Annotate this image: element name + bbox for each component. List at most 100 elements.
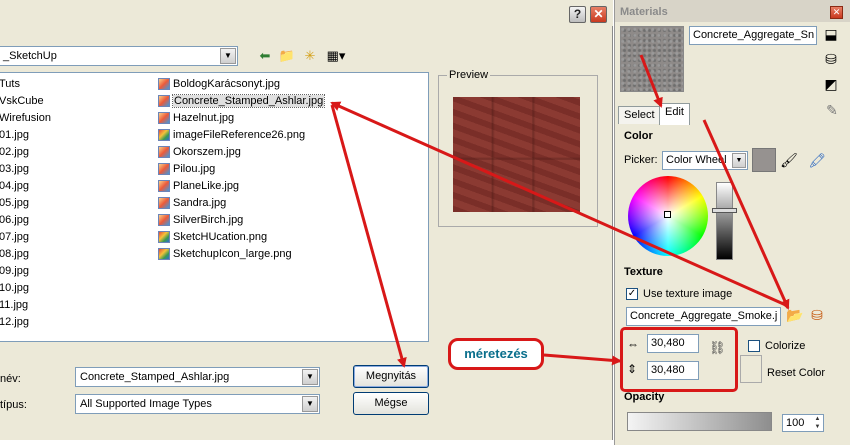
opacity-slider[interactable]	[627, 412, 772, 431]
colorize-label: Colorize	[765, 340, 806, 352]
image-file-icon	[158, 129, 170, 141]
texture-file-field[interactable]: Concrete_Aggregate_Smoke.j	[626, 307, 781, 326]
list-item[interactable]: 03.jpg	[0, 161, 29, 177]
color-wheel-marker[interactable]	[664, 211, 671, 218]
close-button[interactable]: ✕	[590, 6, 607, 23]
list-item[interactable]: 12.jpg	[0, 314, 29, 330]
file-name: Hazelnut.jpg	[173, 112, 235, 124]
image-file-icon	[158, 112, 170, 124]
edit-texture-icon[interactable]: ⛁	[808, 306, 826, 324]
material-name-field[interactable]: Concrete_Aggregate_Sn	[689, 26, 817, 45]
create-material-icon[interactable]: ⛁	[822, 50, 840, 68]
list-item[interactable]: Concrete_Stamped_Ashlar.jpg	[157, 93, 326, 109]
image-file-icon	[158, 180, 170, 192]
display-secondary-pane-icon[interactable]: ⬓	[822, 25, 840, 43]
image-file-icon	[158, 163, 170, 175]
material-swatch	[620, 26, 684, 92]
materials-title: Materials	[615, 0, 850, 22]
cancel-button[interactable]: Mégse	[353, 392, 429, 415]
list-item[interactable]: 10.jpg	[0, 280, 29, 296]
file-name: SketcHUcation.png	[173, 231, 268, 243]
list-item[interactable]: Pilou.jpg	[157, 161, 215, 177]
file-name: SilverBirch.jpg	[173, 214, 244, 226]
chevron-down-icon[interactable]: ▼	[220, 48, 236, 64]
look-in-dropdown[interactable]: _SketchUp ▼	[0, 46, 238, 66]
picker-dropdown[interactable]: Color Wheel ▼	[662, 151, 748, 170]
file-name: Concrete_Stamped_Ashlar.jpg	[171, 94, 326, 108]
dimension-highlight-box	[620, 327, 738, 392]
list-item[interactable]: Wirefusion	[0, 110, 51, 126]
preview-label: Preview	[447, 69, 491, 81]
chevron-down-icon[interactable]: ▼	[302, 396, 318, 412]
list-item[interactable]: 11.jpg	[0, 297, 28, 313]
list-item[interactable]: 04.jpg	[0, 178, 29, 194]
filetype-label: típus:	[0, 399, 27, 411]
reset-color-label[interactable]: Reset Color	[767, 367, 825, 379]
image-file-icon	[158, 214, 170, 226]
file-name: Okorszem.jpg	[173, 146, 241, 158]
image-file-icon	[158, 95, 170, 107]
use-texture-checkbox[interactable]: ✓	[626, 288, 638, 300]
filename-value: Concrete_Stamped_Ashlar.jpg	[80, 371, 230, 383]
up-folder-icon[interactable]: 📁	[278, 47, 296, 65]
color-section-heading: Color	[624, 130, 653, 142]
look-in-value: _SketchUp	[3, 50, 57, 62]
file-name: imageFileReference26.png	[173, 129, 306, 141]
list-item[interactable]: imageFileReference26.png	[157, 127, 305, 143]
browse-texture-folder-icon[interactable]: 📂	[786, 306, 804, 324]
tab-select[interactable]: Select	[618, 106, 661, 124]
list-item[interactable]: SketchupIcon_large.png	[157, 246, 292, 262]
preview-image	[453, 97, 580, 212]
value-slider-handle[interactable]	[712, 208, 737, 213]
chevron-down-icon[interactable]: ▼	[302, 369, 318, 385]
default-material-icon[interactable]: ◩	[822, 75, 840, 93]
list-item[interactable]: 02.jpg	[0, 144, 29, 160]
reset-color-swatch[interactable]	[740, 355, 762, 383]
use-texture-label: Use texture image	[643, 288, 733, 300]
opacity-spinner[interactable]: ▲ ▼	[812, 415, 823, 431]
list-item[interactable]: 07.jpg	[0, 229, 29, 245]
tab-edit[interactable]: Edit	[659, 103, 690, 125]
list-item[interactable]: VskCube	[0, 93, 44, 109]
file-name: Pilou.jpg	[173, 163, 216, 175]
sample-paint-eyedropper-icon[interactable]: ✎	[823, 101, 841, 119]
list-item[interactable]: Sandra.jpg	[157, 195, 226, 211]
dialog-titlebar: ? ✕	[0, 0, 613, 26]
file-list[interactable]: Tuts VskCube Wirefusion 01.jpg 02.jpg 03.jpg 0…	[0, 72, 429, 342]
list-item[interactable]: 01.jpg	[0, 127, 29, 143]
list-item[interactable]: SketcHUcation.png	[157, 229, 267, 245]
image-file-icon	[158, 146, 170, 158]
list-item[interactable]: 06.jpg	[0, 212, 29, 228]
list-item[interactable]: Tuts	[0, 76, 20, 92]
list-item[interactable]: 09.jpg	[0, 263, 29, 279]
file-name: SketchupIcon_large.png	[173, 248, 292, 260]
list-item[interactable]: BoldogKarácsonyt.jpg	[157, 76, 280, 92]
open-button[interactable]: Megnyitás	[353, 365, 429, 388]
close-icon[interactable]: ✕	[830, 6, 843, 19]
back-arrow-icon[interactable]: ⬅	[256, 47, 274, 65]
texture-section-heading: Texture	[624, 266, 663, 278]
help-button[interactable]: ?	[569, 6, 586, 23]
view-menu-icon[interactable]: ▦▾	[324, 47, 348, 65]
new-folder-icon[interactable]: ✳	[301, 47, 319, 65]
resize-callout: méretezés	[448, 338, 544, 370]
list-item[interactable]: SilverBirch.jpg	[157, 212, 243, 228]
list-item[interactable]: 05.jpg	[0, 195, 29, 211]
list-item[interactable]: 08.jpg	[0, 246, 29, 262]
match-color-screen-icon[interactable]: 🖍	[808, 151, 826, 169]
chevron-down-icon[interactable]: ▼	[732, 153, 746, 168]
filename-label: név:	[0, 373, 21, 385]
filename-field[interactable]: Concrete_Stamped_Ashlar.jpg ▼	[75, 367, 320, 387]
match-color-object-icon[interactable]: 🖌	[780, 151, 798, 169]
opacity-section-heading: Opacity	[624, 391, 665, 403]
file-open-dialog: ? ✕ _SketchUp ▼ ⬅ 📁 ✳ ▦▾ Tuts VskCube Wire…	[0, 0, 613, 440]
image-file-icon	[158, 197, 170, 209]
file-name: BoldogKarácsonyt.jpg	[173, 78, 281, 90]
colorize-checkbox[interactable]	[748, 340, 760, 352]
picker-value: Color Wheel	[666, 154, 727, 166]
list-item[interactable]: Okorszem.jpg	[157, 144, 241, 160]
list-item[interactable]: PlaneLike.jpg	[157, 178, 239, 194]
list-item[interactable]: Hazelnut.jpg	[157, 110, 234, 126]
filetype-dropdown[interactable]: All Supported Image Types ▼	[75, 394, 320, 414]
value-slider[interactable]	[716, 182, 733, 260]
